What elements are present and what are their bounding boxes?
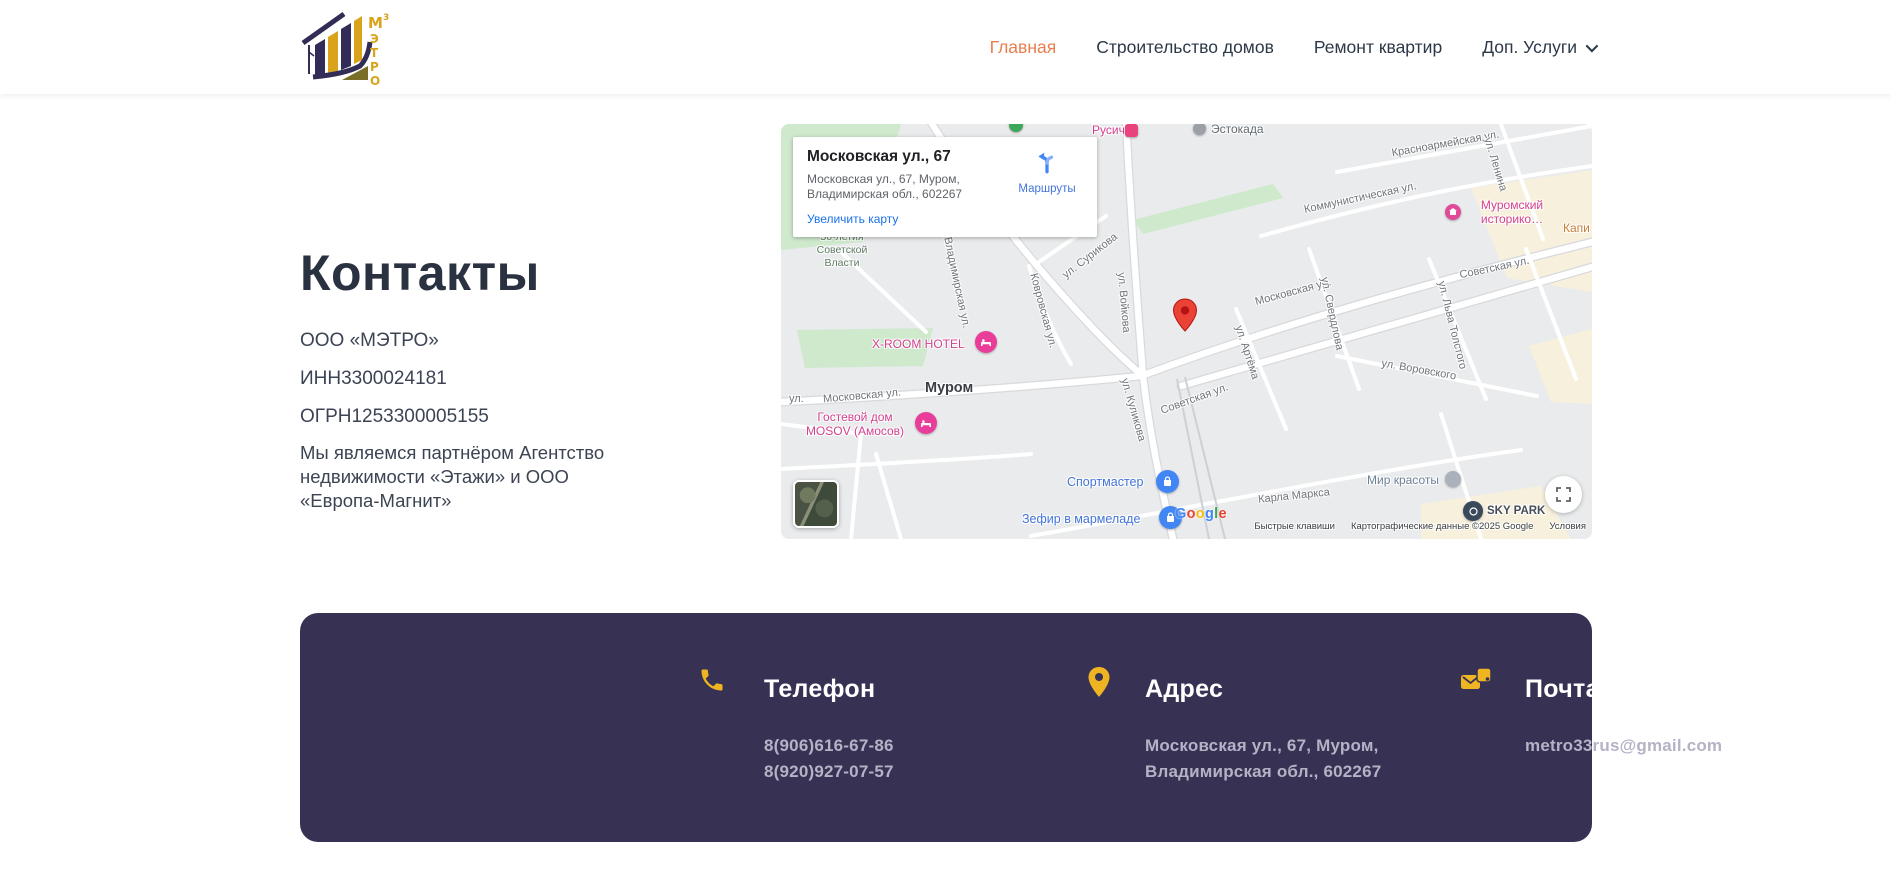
- poi-label-museum[interactable]: Муромский историко…: [1469, 198, 1555, 226]
- directions-icon: [1034, 149, 1060, 175]
- hotel-icon[interactable]: [975, 331, 997, 353]
- google-logo[interactable]: Google: [1175, 506, 1227, 522]
- location-pin-icon: [1087, 666, 1111, 703]
- email-card: Почта metro33rus@gmail.com: [1460, 613, 1810, 842]
- main-nav: Главная Строительство домов Ремонт кварт…: [990, 0, 1595, 94]
- poi-circle-icon[interactable]: [1445, 471, 1461, 487]
- poi-label-sky-park[interactable]: SKY PARK: [1487, 505, 1545, 517]
- company-ogrn: ОГРН1253300005155: [300, 406, 489, 428]
- expand-icon: [1556, 487, 1571, 502]
- map-card-address-line1: Московская ул., 67, Муром,: [807, 172, 997, 187]
- phone-number: 8(906)616-67-86: [764, 733, 894, 759]
- address-line: Московская ул., 67, Муром,: [1145, 733, 1381, 759]
- enlarge-map-link[interactable]: Увеличить карту: [807, 212, 898, 226]
- directions-button[interactable]: Маршруты: [1011, 149, 1083, 195]
- chevron-down-icon: [1586, 39, 1599, 52]
- poi-label-xroom[interactable]: X-ROOM HOTEL: [872, 337, 965, 351]
- poi-label-estokada[interactable]: Эстокада: [1211, 124, 1264, 136]
- header: М 3 Э Т Р О Главная Строительство домов …: [0, 0, 1891, 94]
- fullscreen-pan-control[interactable]: [1545, 476, 1582, 513]
- email-card-title: Почта: [1525, 675, 1600, 704]
- phone-card-title: Телефон: [764, 675, 875, 704]
- city-label: Муром: [925, 380, 973, 396]
- transit-station-icon[interactable]: [1125, 124, 1138, 137]
- email-address: metro33rus@gmail.com: [1525, 733, 1722, 759]
- poi-label-kapi[interactable]: Капи: [1563, 221, 1590, 235]
- svg-text:Т: Т: [370, 46, 379, 60]
- nav-home[interactable]: Главная: [990, 37, 1057, 58]
- nav-renovation[interactable]: Ремонт квартир: [1314, 37, 1442, 58]
- partner-note: Мы являемся партнёром Агентство недвижим…: [300, 441, 648, 513]
- poi-label-mir-krasoty[interactable]: Мир красоты: [1367, 473, 1439, 487]
- hotel-icon[interactable]: [915, 412, 937, 434]
- poi-label-rusich[interactable]: Русич: [1092, 124, 1125, 137]
- map-card-address-line2: Владимирская обл., 602267: [807, 187, 997, 202]
- address-card: Адрес Московская ул., 67, Муром, Владими…: [1087, 613, 1457, 842]
- phone-number: 8(920)927-07-57: [764, 759, 894, 785]
- phone-icon: [698, 666, 726, 699]
- poi-label-sportmaster[interactable]: Спортмастер: [1067, 475, 1143, 489]
- map-card-address: Московская ул., 67, Муром, Владимирская …: [807, 172, 997, 202]
- svg-text:Э: Э: [370, 32, 379, 46]
- logo[interactable]: М 3 Э Т Р О: [300, 8, 410, 88]
- address-line: Владимирская обл., 602267: [1145, 759, 1381, 785]
- map-data-attribution: Картографические данные ©2025 Google: [1351, 521, 1533, 532]
- street-label: ул.: [789, 393, 804, 405]
- page-title: Контакты: [300, 244, 540, 302]
- map-info-card: Московская ул., 67 Московская ул., 67, М…: [793, 137, 1097, 237]
- phone-numbers: 8(906)616-67-86 8(920)927-07-57: [764, 733, 894, 785]
- google-map[interactable]: Красноармейская ул. ул. Ленина Коммунист…: [781, 124, 1592, 539]
- google-letter: o: [1187, 506, 1196, 522]
- map-attribution: Быстрые клавиши Картографические данные …: [781, 521, 1586, 532]
- company-name: ООО «МЭТРО»: [300, 330, 439, 352]
- nav-extra-services-label: Доп. Услуги: [1482, 37, 1577, 58]
- contact-cards-panel: Телефон 8(906)616-67-86 8(920)927-07-57 …: [300, 613, 1592, 842]
- map-marker[interactable]: [1172, 298, 1198, 337]
- google-letter: G: [1175, 506, 1187, 522]
- svg-text:О: О: [370, 74, 380, 88]
- sky-park-icon[interactable]: [1463, 501, 1483, 521]
- svg-text:М: М: [368, 14, 383, 32]
- address-card-title: Адрес: [1145, 675, 1223, 704]
- nav-construction[interactable]: Строительство домов: [1096, 37, 1274, 58]
- google-letter: e: [1218, 506, 1226, 522]
- svg-text:Р: Р: [370, 60, 379, 74]
- keyboard-shortcuts-link[interactable]: Быстрые клавиши: [1254, 521, 1335, 532]
- address-lines: Московская ул., 67, Муром, Владимирская …: [1145, 733, 1381, 785]
- terms-link[interactable]: Условия: [1549, 521, 1586, 532]
- museum-icon[interactable]: [1445, 204, 1461, 220]
- nav-extra-services[interactable]: Доп. Услуги: [1482, 37, 1595, 58]
- mail-icon: [1460, 666, 1494, 701]
- page: М 3 Э Т Р О Главная Строительство домов …: [0, 0, 1891, 873]
- poi-label-gostevoy[interactable]: Гостевой дом MOSOV (Амосов): [797, 410, 913, 438]
- email-lines: metro33rus@gmail.com: [1525, 733, 1722, 759]
- svg-text:3: 3: [383, 13, 389, 23]
- google-letter: g: [1205, 506, 1214, 522]
- phone-card: Телефон 8(906)616-67-86 8(920)927-07-57: [698, 613, 1078, 842]
- logo-building-icon: М 3 Э Т Р О: [300, 8, 410, 88]
- directions-label: Маршруты: [1011, 183, 1083, 195]
- company-inn: ИНН3300024181: [300, 368, 447, 390]
- google-letter: o: [1196, 506, 1205, 522]
- store-icon[interactable]: [1156, 470, 1179, 493]
